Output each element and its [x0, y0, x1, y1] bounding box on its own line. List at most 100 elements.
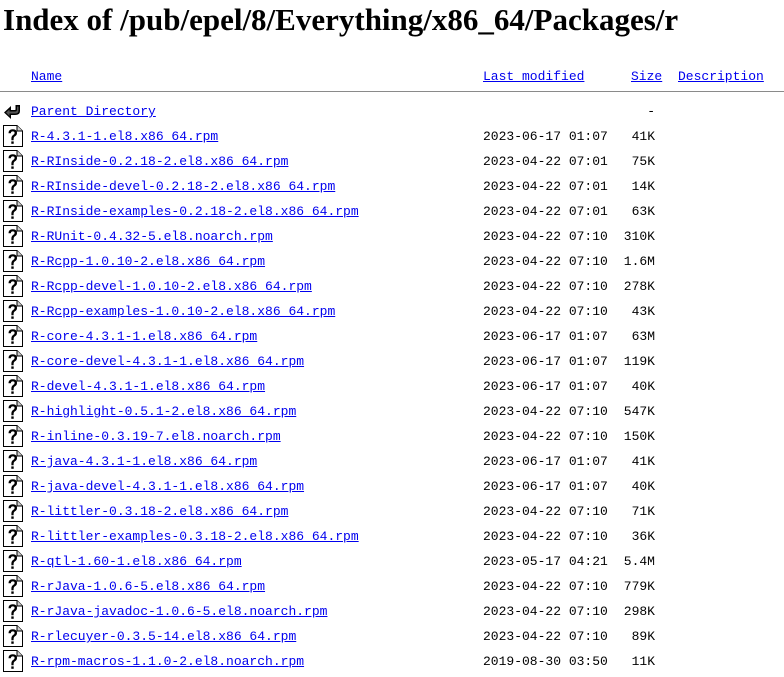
column-header-size[interactable]: Size: [631, 69, 662, 85]
file-size: 779K: [623, 579, 655, 594]
file-last-modified: 2023-06-17 01:07: [483, 379, 608, 394]
unknown-file-icon: [3, 525, 23, 547]
file-last-modified: 2023-06-17 01:07: [483, 129, 608, 144]
file-link[interactable]: R-RInside-devel-0.2.18-2.el8.x86_64.rpm: [31, 179, 335, 195]
unknown-file-icon: [3, 425, 23, 447]
file-size: 5.4M: [623, 554, 655, 569]
unknown-file-icon: [3, 175, 23, 197]
file-link[interactable]: R-littler-0.3.18-2.el8.x86_64.rpm: [31, 504, 288, 520]
file-row: R-littler-0.3.18-2.el8.x86_64.rpm 2023-04…: [0, 500, 784, 525]
file-last-modified: 2023-04-22 07:01: [483, 204, 608, 219]
file-last-modified: 2023-04-22 07:01: [483, 179, 608, 194]
file-row: R-Rcpp-devel-1.0.10-2.el8.x86_64.rpm 2023…: [0, 275, 784, 300]
file-last-modified: 2023-05-17 04:21: [483, 554, 608, 569]
file-link[interactable]: R-4.3.1-1.el8.x86_64.rpm: [31, 129, 218, 145]
file-size: 41K: [631, 129, 655, 144]
file-last-modified: 2023-04-22 07:10: [483, 229, 608, 244]
parent-directory-link[interactable]: Parent Directory: [31, 104, 156, 120]
file-link[interactable]: R-Rcpp-examples-1.0.10-2.el8.x86_64.rpm: [31, 304, 335, 320]
unknown-file-icon: [3, 125, 23, 147]
file-last-modified: 2023-04-22 07:10: [483, 579, 608, 594]
file-size: 63K: [631, 204, 655, 219]
file-row: R-Rcpp-examples-1.0.10-2.el8.x86_64.rpm 2…: [0, 300, 784, 325]
file-size: 547K: [623, 404, 655, 419]
file-link[interactable]: R-core-4.3.1-1.el8.x86_64.rpm: [31, 329, 257, 345]
file-last-modified: 2023-04-22 07:10: [483, 504, 608, 519]
file-link[interactable]: R-java-devel-4.3.1-1.el8.x86_64.rpm: [31, 479, 304, 495]
unknown-file-icon: [3, 200, 23, 222]
unknown-file-icon: [3, 500, 23, 522]
unknown-file-icon: [3, 550, 23, 572]
file-row: R-core-4.3.1-1.el8.x86_64.rpm 2023-06-17 …: [0, 325, 784, 350]
file-row: R-Rcpp-1.0.10-2.el8.x86_64.rpm 2023-04-22…: [0, 250, 784, 275]
file-link[interactable]: R-RInside-0.2.18-2.el8.x86_64.rpm: [31, 154, 288, 170]
file-size: 40K: [631, 479, 655, 494]
file-row: R-inline-0.3.19-7.el8.noarch.rpm 2023-04-…: [0, 425, 784, 450]
file-link[interactable]: R-devel-4.3.1-1.el8.x86_64.rpm: [31, 379, 265, 395]
file-size: 150K: [623, 429, 655, 444]
file-link[interactable]: R-highlight-0.5.1-2.el8.x86_64.rpm: [31, 404, 296, 420]
file-row: R-java-devel-4.3.1-1.el8.x86_64.rpm 2023-…: [0, 475, 784, 500]
file-row: R-highlight-0.5.1-2.el8.x86_64.rpm 2023-0…: [0, 400, 784, 425]
column-header-description[interactable]: Description: [678, 69, 764, 85]
file-link[interactable]: R-Rcpp-1.0.10-2.el8.x86_64.rpm: [31, 254, 265, 270]
file-link[interactable]: R-littler-examples-0.3.18-2.el8.x86_64.r…: [31, 529, 359, 545]
unknown-file-icon: [3, 350, 23, 372]
unknown-file-icon: [3, 250, 23, 272]
file-size: 40K: [631, 379, 655, 394]
file-link[interactable]: R-rpm-macros-1.1.0-2.el8.noarch.rpm: [31, 654, 304, 670]
unknown-file-icon: [3, 650, 23, 672]
file-last-modified: 2023-04-22 07:10: [483, 429, 608, 444]
file-row: R-4.3.1-1.el8.x86_64.rpm 2023-06-17 01:07…: [0, 125, 784, 150]
file-row: R-rJava-1.0.6-5.el8.x86_64.rpm 2023-04-22…: [0, 575, 784, 600]
unknown-file-icon: [3, 625, 23, 647]
file-link[interactable]: R-Rcpp-devel-1.0.10-2.el8.x86_64.rpm: [31, 279, 312, 295]
file-row: R-qtl-1.60-1.el8.x86_64.rpm 2023-05-17 04…: [0, 550, 784, 575]
file-row: R-rJava-javadoc-1.0.6-5.el8.noarch.rpm 20…: [0, 600, 784, 625]
file-last-modified: 2019-08-30 03:50: [483, 654, 608, 669]
file-last-modified: 2023-06-17 01:07: [483, 354, 608, 369]
file-row: R-java-4.3.1-1.el8.x86_64.rpm 2023-06-17 …: [0, 450, 784, 475]
file-last-modified: 2023-04-22 07:10: [483, 604, 608, 619]
file-link[interactable]: R-rlecuyer-0.3.5-14.el8.x86_64.rpm: [31, 629, 296, 645]
file-row: R-RUnit-0.4.32-5.el8.noarch.rpm 2023-04-2…: [0, 225, 784, 250]
file-last-modified: 2023-06-17 01:07: [483, 454, 608, 469]
file-link[interactable]: R-java-4.3.1-1.el8.x86_64.rpm: [31, 454, 257, 470]
unknown-file-icon: [3, 300, 23, 322]
file-row: R-core-devel-4.3.1-1.el8.x86_64.rpm 2023-…: [0, 350, 784, 375]
file-row: R-RInside-devel-0.2.18-2.el8.x86_64.rpm 2…: [0, 175, 784, 200]
file-last-modified: 2023-04-22 07:10: [483, 254, 608, 269]
file-size: 298K: [623, 604, 655, 619]
file-size: 1.6M: [623, 254, 655, 269]
unknown-file-icon: [3, 375, 23, 397]
file-link[interactable]: R-qtl-1.60-1.el8.x86_64.rpm: [31, 554, 242, 570]
file-row: R-RInside-0.2.18-2.el8.x86_64.rpm 2023-04…: [0, 150, 784, 175]
file-last-modified: 2023-06-17 01:07: [483, 329, 608, 344]
column-header-last-modified[interactable]: Last modified: [483, 69, 584, 85]
file-size: 11K: [631, 654, 655, 669]
file-last-modified: 2023-04-22 07:10: [483, 304, 608, 319]
column-header-name[interactable]: Name: [31, 69, 62, 85]
file-link[interactable]: R-rJava-javadoc-1.0.6-5.el8.noarch.rpm: [31, 604, 327, 620]
unknown-file-icon: [3, 475, 23, 497]
file-last-modified: 2023-04-22 07:10: [483, 629, 608, 644]
unknown-file-icon: [3, 150, 23, 172]
file-link[interactable]: R-RInside-examples-0.2.18-2.el8.x86_64.r…: [31, 204, 359, 220]
unknown-file-icon: [3, 600, 23, 622]
file-last-modified: 2023-06-17 01:07: [483, 479, 608, 494]
file-size: 310K: [623, 229, 655, 244]
page-title: Index of /pub/epel/8/Everything/x86_64/P…: [3, 2, 679, 37]
file-size: 41K: [631, 454, 655, 469]
file-size: 89K: [631, 629, 655, 644]
unknown-file-icon: [3, 575, 23, 597]
file-last-modified: 2023-04-22 07:10: [483, 529, 608, 544]
file-size: 14K: [631, 179, 655, 194]
file-link[interactable]: R-core-devel-4.3.1-1.el8.x86_64.rpm: [31, 354, 304, 370]
file-link[interactable]: R-rJava-1.0.6-5.el8.x86_64.rpm: [31, 579, 265, 595]
file-last-modified: 2023-04-22 07:10: [483, 404, 608, 419]
file-row: R-devel-4.3.1-1.el8.x86_64.rpm 2023-06-17…: [0, 375, 784, 400]
file-link[interactable]: R-RUnit-0.4.32-5.el8.noarch.rpm: [31, 229, 273, 245]
file-size: 71K: [631, 504, 655, 519]
file-link[interactable]: R-inline-0.3.19-7.el8.noarch.rpm: [31, 429, 281, 445]
file-size: 75K: [631, 154, 655, 169]
